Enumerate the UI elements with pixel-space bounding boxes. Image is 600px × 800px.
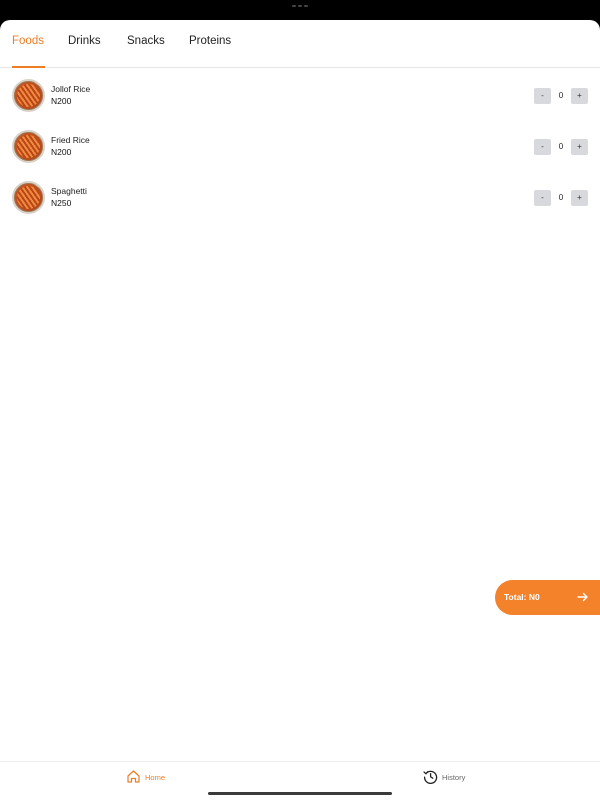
quantity-value: 0 (558, 91, 564, 100)
item-name: Spaghetti (51, 186, 87, 196)
active-tab-indicator (12, 66, 45, 68)
decrement-button[interactable]: - (534, 139, 551, 155)
history-icon (423, 770, 438, 784)
list-item: Jollof Rice N200 - 0 + (0, 76, 600, 116)
category-tabs: Foods Drinks Snacks Proteins (0, 20, 600, 68)
list-item: Fried Rice N200 - 0 + (0, 127, 600, 167)
app-sheet: Foods Drinks Snacks Proteins Jollof Rice… (0, 20, 600, 800)
home-icon (127, 770, 140, 783)
arrow-right-icon (577, 592, 588, 602)
item-name: Jollof Rice (51, 84, 91, 94)
decrement-button[interactable]: - (534, 190, 551, 206)
tab-foods[interactable]: Foods (12, 35, 44, 47)
home-indicator[interactable] (208, 792, 392, 795)
item-price: N200 (51, 147, 72, 157)
increment-button[interactable]: + (571, 139, 588, 155)
increment-button[interactable]: + (571, 88, 588, 104)
top-strip (0, 0, 600, 20)
multitask-dots[interactable] (292, 5, 308, 8)
list-item: Spaghetti N250 - 0 + (0, 178, 600, 218)
item-price: N200 (51, 96, 72, 106)
decrement-button[interactable]: - (534, 88, 551, 104)
item-name: Fried Rice (51, 135, 90, 145)
food-thumbnail (12, 79, 45, 112)
nav-history-label: History (442, 773, 466, 782)
tab-snacks[interactable]: Snacks (127, 35, 165, 47)
quantity-value: 0 (558, 193, 564, 202)
total-label: Total: N0 (504, 592, 540, 602)
tab-proteins[interactable]: Proteins (189, 35, 231, 47)
increment-button[interactable]: + (571, 190, 588, 206)
item-price: N250 (51, 198, 72, 208)
tab-drinks[interactable]: Drinks (68, 35, 101, 47)
nav-home-label: Home (145, 773, 166, 782)
food-thumbnail (12, 130, 45, 163)
quantity-value: 0 (558, 142, 564, 151)
checkout-total-button[interactable]: Total: N0 (495, 580, 600, 615)
food-thumbnail (12, 181, 45, 214)
